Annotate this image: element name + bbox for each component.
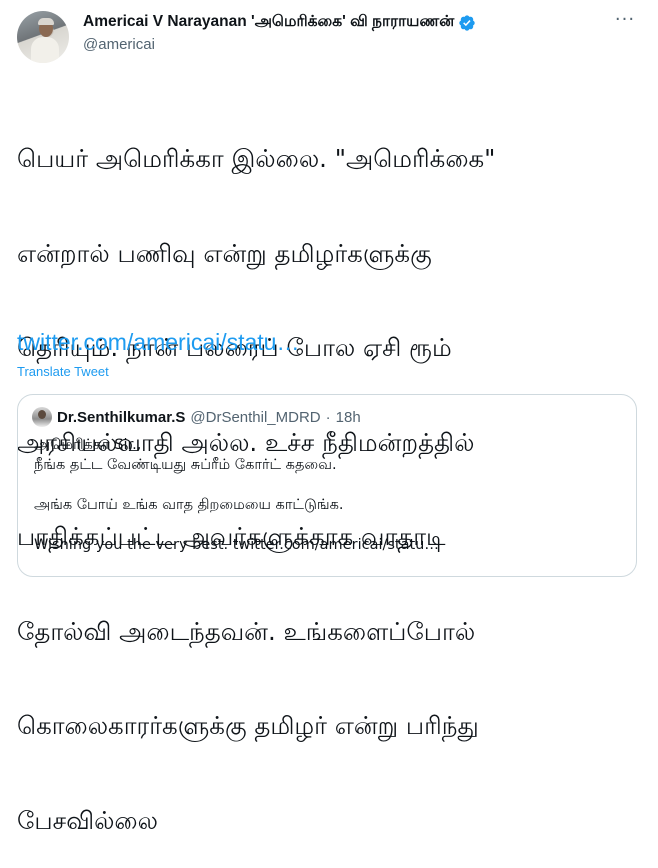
tweet-header: Americai V Narayanan 'அமெரிக்கை' வி நாரா… [17,11,641,67]
author-display-name[interactable]: Americai V Narayanan 'அமெரிக்கை' வி நாரா… [83,13,454,32]
quoted-text-line: அங்க போய் உங்க வாத திறமையை காட்டுங்க. [34,497,344,513]
author-handle[interactable]: @americai [83,36,476,53]
quoted-tweet-card[interactable]: Dr.Senthilkumar.S @DrSenthil_MDRD · 18h … [17,394,637,577]
verified-badge-icon [459,14,475,31]
tweet-text-line: தோல்வி அடைந்தவன். உங்களைப்போல் [17,616,476,646]
quoted-text-line: அமெரிக்கா Sir., [34,437,142,453]
author-avatar[interactable] [17,11,69,63]
translate-tweet-link[interactable]: Translate Tweet [17,364,109,379]
quoted-tweet-time: 18h [335,408,361,426]
tweet-text-line: என்றால் பணிவு என்று தமிழர்களுக்கு [17,238,432,268]
author-display-name-row[interactable]: Americai V Narayanan 'அமெரிக்கை' வி நாரா… [83,13,476,32]
quoted-author-avatar [32,407,52,427]
tweet-text-line: பெயர் அமெரிக்கா இல்லை. "அமெரிக்கை" [17,144,496,173]
quoted-text-blank [34,475,624,495]
quoted-tweet-header: Dr.Senthilkumar.S @DrSenthil_MDRD · 18h [32,407,361,427]
tweet-text-line: பேசவில்லை [17,805,158,835]
tweet-text-line: கொலைகாரர்களுக்கு தமிழர் என்று பரிந்து [17,711,479,740]
quoted-text-blank [34,515,624,535]
quoted-author-handle: @DrSenthil_MDRD [190,408,321,426]
quoted-text-line: நீங்க தட்ட வேண்டியது சுப்ரீம் கோர்ட் கதவ… [34,457,337,473]
more-options-icon[interactable]: ··· [613,11,637,33]
tweet-link[interactable]: twitter.com/americai/statu… [17,329,299,356]
quoted-author-name: Dr.Senthilkumar.S [57,408,186,426]
quoted-tweet-text: அமெரிக்கா Sir., நீங்க தட்ட வேண்டியது சுப… [34,435,624,555]
quoted-text-line: Wishing you the very best. twitter.com/a… [34,537,439,553]
author-names: Americai V Narayanan 'அமெரிக்கை' வி நாரா… [83,13,476,53]
separator-dot: · [325,408,331,426]
